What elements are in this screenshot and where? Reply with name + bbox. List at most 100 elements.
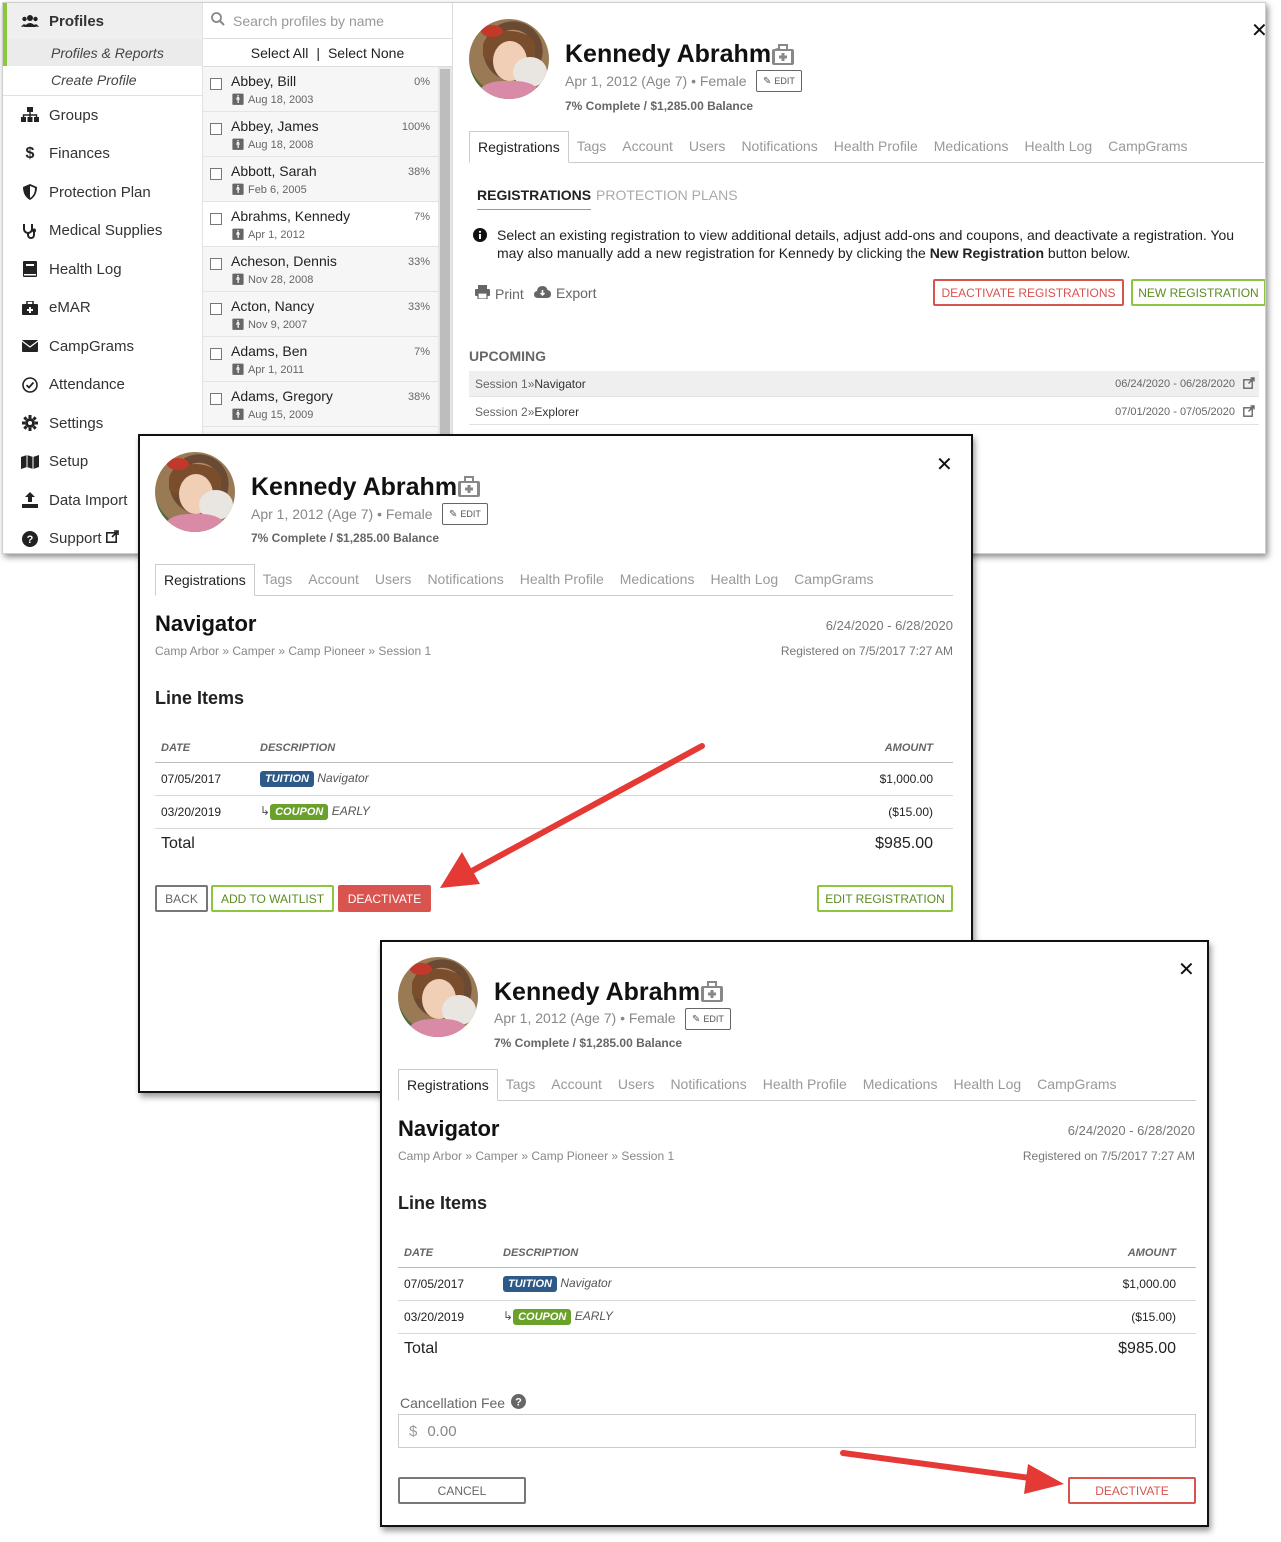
session-row[interactable]: Session 1 » Navigator 06/24/2020 - 06/28/… [469,371,1259,397]
tab-registrations[interactable]: Registrations [469,131,569,163]
profile-row[interactable]: Abrahms, Kennedy 🚹︎ Apr 1, 2012 7% [203,202,438,247]
close-icon[interactable]: ✕ [1251,18,1265,43]
total-row: Total $985.00 [155,828,953,860]
table-row[interactable]: 07/05/2017 TUITION Navigator $1,000.00 [398,1267,1196,1301]
envelope-icon [19,340,41,353]
close-icon[interactable]: ✕ [936,452,953,477]
tab-account[interactable]: Account [614,138,681,162]
tab-tags[interactable]: Tags [255,571,301,595]
profile-row-name: Abbey, Bill [231,73,297,89]
select-none-link[interactable]: Select None [328,45,404,61]
currency-symbol: $ [409,1422,418,1440]
deactivate-registrations-button[interactable]: DEACTIVATE REGISTRATIONS [933,279,1124,306]
help-icon[interactable]: ? [511,1394,527,1412]
tab-account[interactable]: Account [300,571,367,595]
edit-registration-button[interactable]: EDIT REGISTRATION [817,885,953,912]
tab-registrations[interactable]: Registrations [398,1069,498,1101]
print-link[interactable]: Print [475,285,524,302]
profile-row[interactable]: Abbey, James 🚹︎ Aug 18, 2008 100% [203,112,438,157]
cancellation-fee-input[interactable]: $ 0.00 [398,1414,1196,1448]
profile-checkbox[interactable] [210,78,222,90]
subtab-registrations[interactable]: REGISTRATIONS [477,187,592,210]
profile-checkbox[interactable] [210,393,222,405]
profile-row[interactable]: Adams, Ben 🚹︎ Apr 1, 2011 7% [203,337,438,382]
profile-row[interactable]: Abbott, Sarah 🚹︎ Feb 6, 2005 38% [203,157,438,202]
table-row[interactable]: 03/20/2019 ↳ COUPON EARLY ($15.00) [398,1300,1196,1334]
session-label: Session 2 [475,404,528,419]
back-button[interactable]: BACK [155,885,208,912]
external-link-icon[interactable] [1243,377,1255,392]
deactivate-button[interactable]: DEACTIVATE [338,885,431,912]
tab-health-log[interactable]: Health Log [1016,138,1100,162]
sidebar-item-protection-plan[interactable]: Protection Plan [3,173,202,212]
edit-profile-button[interactable]: ✎ EDIT [442,503,488,525]
add-to-waitlist-button[interactable]: ADD TO WAITLIST [211,885,334,912]
tab-health-log[interactable]: Health Log [945,1076,1029,1100]
sidebar-item-emar[interactable]: eMAR [3,289,202,328]
profile-checkbox[interactable] [210,213,222,225]
sidebar-item-label: Finances [49,145,110,163]
cancel-button[interactable]: CANCEL [398,1477,526,1504]
tab-medications[interactable]: Medications [926,138,1017,162]
session-row[interactable]: Session 2 » Explorer 07/01/2020 - 07/05/2… [469,399,1259,425]
tab-notifications[interactable]: Notifications [662,1076,754,1100]
table-row[interactable]: 07/05/2017 TUITION Navigator $1,000.00 [155,762,953,796]
check-circle-icon [19,376,41,393]
tab-campgrams[interactable]: CampGrams [1029,1076,1124,1100]
item-description: TUITION Navigator [497,1267,912,1301]
svg-text:?: ? [515,1397,522,1409]
tab-campgrams[interactable]: CampGrams [1100,138,1195,162]
tab-health-profile[interactable]: Health Profile [826,138,926,162]
profile-row-date: 🚹︎ Nov 9, 2007 [231,318,307,331]
edit-profile-button[interactable]: ✎ EDIT [685,1008,731,1030]
profile-row-date-text: Apr 1, 2012 [247,229,305,241]
profile-list-scrollbar-thumb[interactable] [440,69,450,439]
table-row[interactable]: 03/20/2019 ↳ COUPON EARLY ($15.00) [155,795,953,829]
confirm-deactivate-button[interactable]: DEACTIVATE [1068,1477,1196,1504]
profile-checkbox[interactable] [210,348,222,360]
sidebar-sub-profiles-reports[interactable]: Profiles & Reports [3,39,202,66]
profile-checkbox[interactable] [210,303,222,315]
tab-health-log[interactable]: Health Log [702,571,786,595]
new-registration-button[interactable]: NEW REGISTRATION [1131,279,1265,306]
tab-health-profile[interactable]: Health Profile [512,571,612,595]
sidebar-item-groups[interactable]: Groups [3,96,202,135]
profile-checkbox[interactable] [210,123,222,135]
subtab-protection-plans[interactable]: PROTECTION PLANS [596,187,738,203]
tab-tags[interactable]: Tags [498,1076,544,1100]
sidebar-item-attendance[interactable]: Attendance [3,366,202,405]
tab-notifications[interactable]: Notifications [733,138,825,162]
sidebar-item-medical-supplies[interactable]: Medical Supplies [3,212,202,251]
tab-medications[interactable]: Medications [855,1076,946,1100]
tab-tags[interactable]: Tags [569,138,615,162]
export-link[interactable]: Export [534,285,596,301]
profile-row[interactable]: Acheson, Dennis 🚹︎ Nov 28, 2008 33% [203,247,438,292]
profile-name: Kennedy Abrahms [251,473,471,501]
sidebar-item-finances[interactable]: $ Finances [3,135,202,174]
edit-profile-button[interactable]: ✎ EDIT [756,70,802,92]
profile-row[interactable]: Adams, Gregory 🚹︎ Aug 15, 2009 38% [203,382,438,427]
external-link-icon[interactable] [1243,405,1255,420]
info-text: Select an existing registration to view … [497,226,1263,262]
tab-registrations[interactable]: Registrations [155,564,255,596]
tab-health-profile[interactable]: Health Profile [755,1076,855,1100]
close-icon[interactable]: ✕ [1178,957,1195,982]
profile-row[interactable]: Abbey, Bill 🚹︎ Aug 18, 2003 0% [203,67,438,112]
tab-users[interactable]: Users [610,1076,663,1100]
profile-checkbox[interactable] [210,168,222,180]
sidebar-sub-create-profile[interactable]: Create Profile [3,66,202,93]
profile-row[interactable]: Acton, Nancy 🚹︎ Nov 9, 2007 33% [203,292,438,337]
tab-notifications[interactable]: Notifications [419,571,511,595]
tab-users[interactable]: Users [367,571,420,595]
tab-medications[interactable]: Medications [612,571,703,595]
person-icon: 🚹︎ [231,364,245,376]
tab-campgrams[interactable]: CampGrams [786,571,881,595]
tab-account[interactable]: Account [543,1076,610,1100]
search-input[interactable]: Search profiles by name [203,3,452,39]
sidebar-item-health-log[interactable]: Health Log [3,250,202,289]
select-all-link[interactable]: Select All [251,45,309,61]
sidebar-item-campgrams[interactable]: CampGrams [3,327,202,366]
profile-checkbox[interactable] [210,258,222,270]
tab-users[interactable]: Users [681,138,734,162]
sidebar-header-profiles[interactable]: Profiles [3,3,202,39]
